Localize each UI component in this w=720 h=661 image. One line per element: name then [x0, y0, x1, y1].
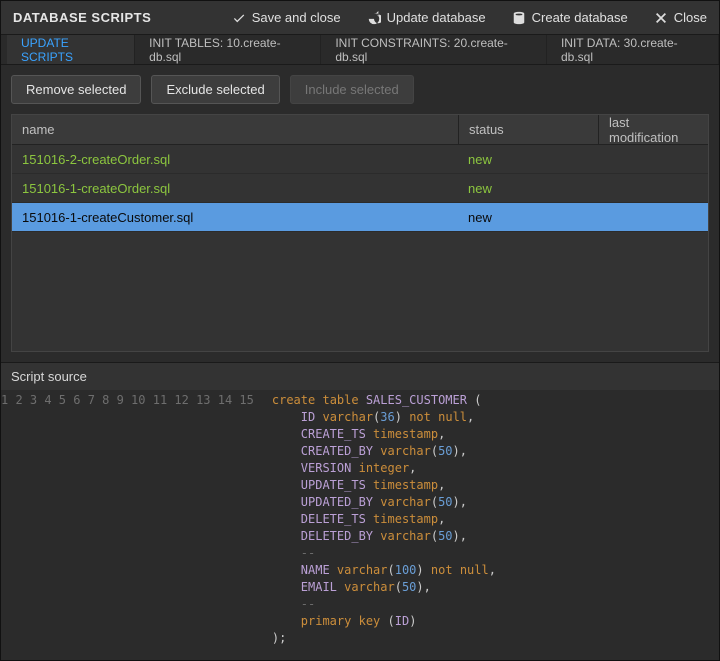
remove-selected-button[interactable]: Remove selected	[11, 75, 141, 104]
create-database-button[interactable]: Create database	[512, 10, 628, 25]
database-scripts-window: DATABASE SCRIPTS Save and close Update d…	[0, 0, 720, 661]
save-and-close-button[interactable]: Save and close	[232, 10, 341, 25]
cell-name: 151016-1-createOrder.sql	[12, 181, 458, 196]
create-database-label: Create database	[532, 10, 628, 25]
cell-status: new	[458, 181, 598, 196]
check-icon	[232, 11, 246, 25]
table-row[interactable]: 151016-1-createCustomer.sql new	[12, 203, 708, 232]
update-database-label: Update database	[387, 10, 486, 25]
table-row[interactable]: 151016-2-createOrder.sql new	[12, 145, 708, 174]
cell-status: new	[458, 152, 598, 167]
update-database-button[interactable]: Update database	[367, 10, 486, 25]
close-icon	[654, 11, 668, 25]
close-label: Close	[674, 10, 707, 25]
scripts-table: name status last modification 151016-2-c…	[11, 114, 709, 352]
tab-update-scripts[interactable]: UPDATE SCRIPTS	[7, 35, 135, 64]
toolbar: Remove selected Exclude selected Include…	[1, 65, 719, 114]
script-source-section: Script source 1 2 3 4 5 6 7 8 9 10 11 12…	[1, 362, 719, 660]
code-lines: create table SALES_CUSTOMER ( ID varchar…	[264, 390, 504, 660]
table-body: 151016-2-createOrder.sql new 151016-1-cr…	[12, 145, 708, 351]
cell-name: 151016-1-createCustomer.sql	[12, 210, 458, 225]
col-name-header[interactable]: name	[12, 115, 458, 144]
database-icon	[512, 11, 526, 25]
table-row[interactable]: 151016-1-createOrder.sql new	[12, 174, 708, 203]
col-mod-header[interactable]: last modification	[598, 115, 708, 144]
include-selected-button: Include selected	[290, 75, 414, 104]
tabs: UPDATE SCRIPTS INIT TABLES: 10.create-db…	[1, 35, 719, 65]
tab-init-tables[interactable]: INIT TABLES: 10.create-db.sql	[135, 35, 321, 64]
titlebar-actions: Save and close Update database Create da…	[232, 10, 707, 25]
titlebar: DATABASE SCRIPTS Save and close Update d…	[1, 1, 719, 35]
exclude-selected-button[interactable]: Exclude selected	[151, 75, 279, 104]
code-editor[interactable]: 1 2 3 4 5 6 7 8 9 10 11 12 13 14 15 crea…	[1, 390, 719, 660]
cell-name: 151016-2-createOrder.sql	[12, 152, 458, 167]
tab-init-constraints[interactable]: INIT CONSTRAINTS: 20.create-db.sql	[321, 35, 547, 64]
code-gutter: 1 2 3 4 5 6 7 8 9 10 11 12 13 14 15	[1, 390, 264, 660]
save-and-close-label: Save and close	[252, 10, 341, 25]
table-header: name status last modification	[12, 115, 708, 145]
col-status-header[interactable]: status	[458, 115, 598, 144]
script-source-title: Script source	[1, 363, 719, 390]
cell-status: new	[458, 210, 598, 225]
window-title: DATABASE SCRIPTS	[13, 10, 151, 25]
refresh-icon	[367, 11, 381, 25]
close-button[interactable]: Close	[654, 10, 707, 25]
tab-init-data[interactable]: INIT DATA: 30.create-db.sql	[547, 35, 719, 64]
